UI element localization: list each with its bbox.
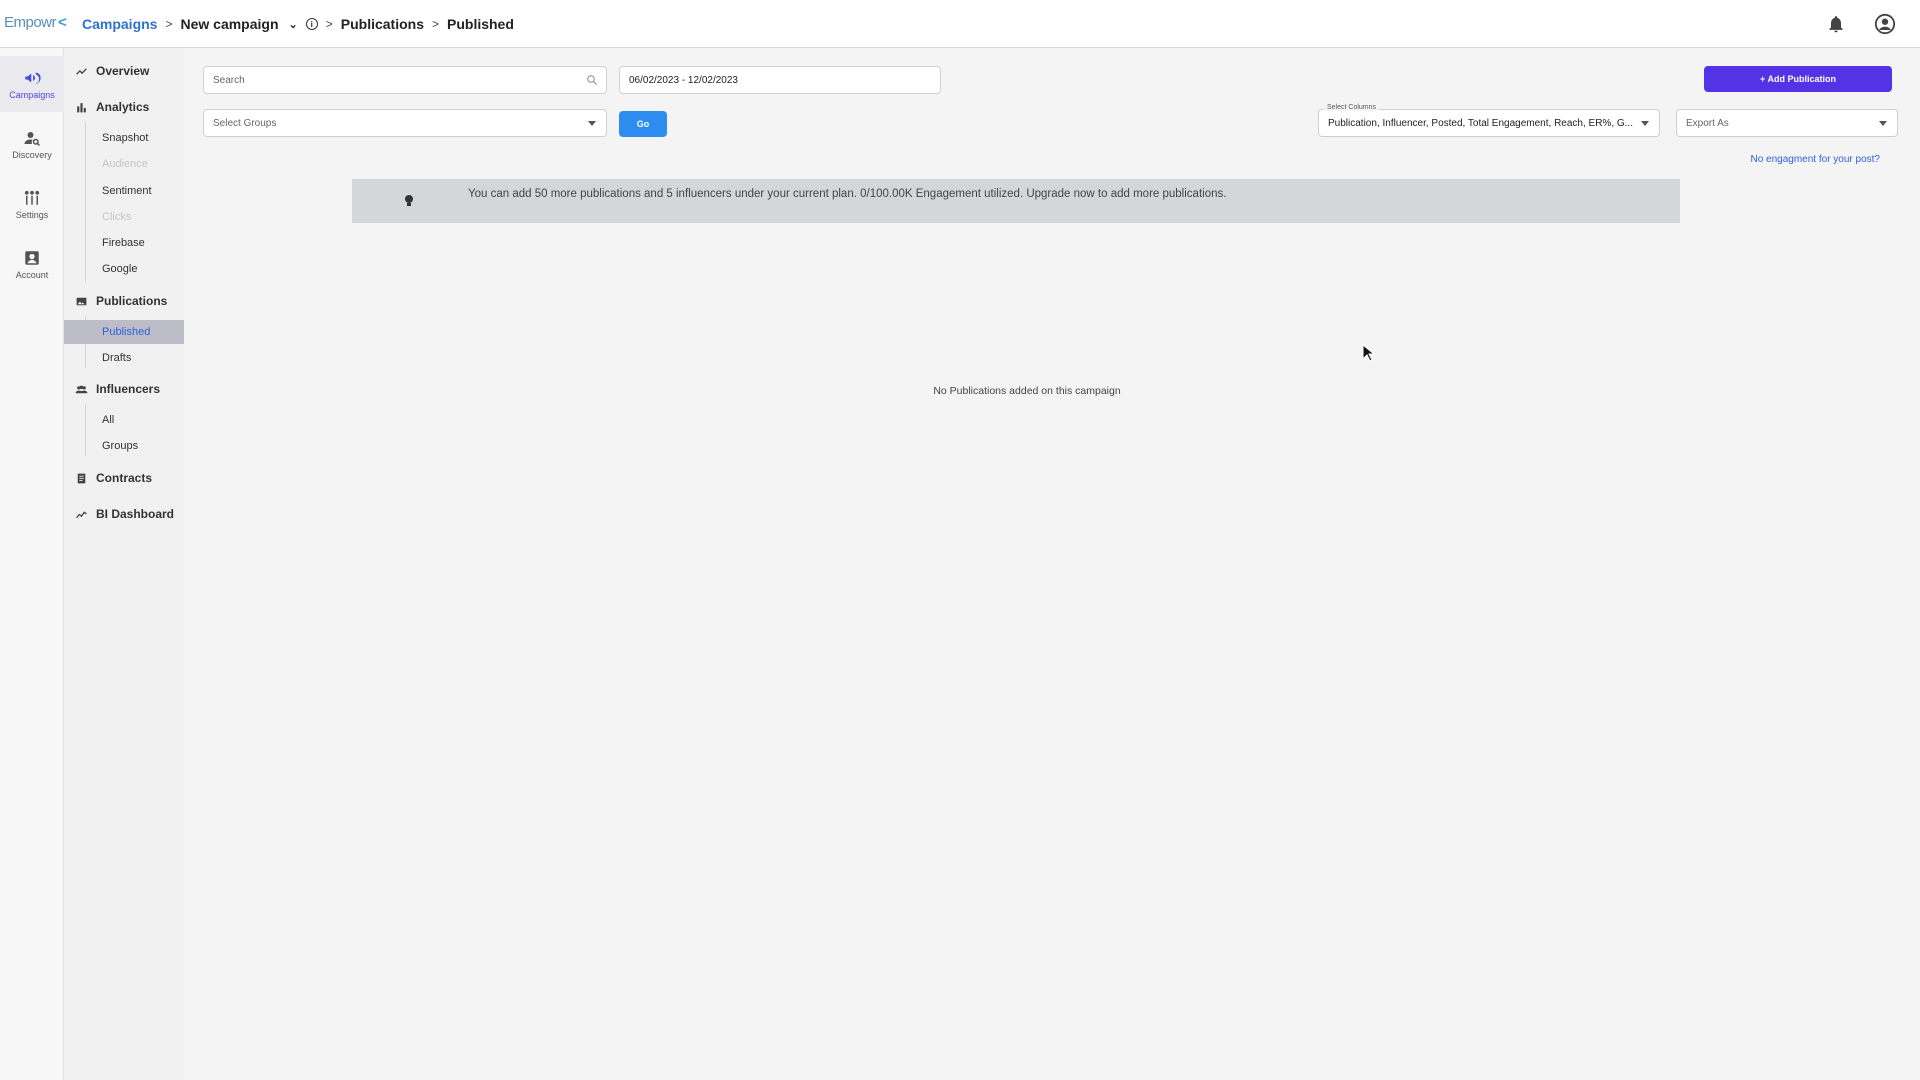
- main-content: Search 06/02/2023 - 12/02/2023 Select Gr…: [184, 48, 1920, 1080]
- empty-state-message: No Publications added on this campaign: [933, 385, 1121, 397]
- rail-campaigns-label: Campaigns: [9, 89, 55, 100]
- plan-info-text: You can add 50 more publications and 5 i…: [468, 188, 1227, 200]
- document-icon: [77, 473, 86, 483]
- user-account-icon[interactable]: [1874, 13, 1896, 35]
- icon-rail: Campaigns Discovery Settings Account: [0, 48, 64, 1080]
- account-box-icon: [25, 250, 39, 265]
- date-range-value: 06/02/2023 - 12/02/2023: [629, 74, 738, 86]
- person-search-icon: [24, 131, 41, 146]
- bell-icon[interactable]: [1826, 14, 1846, 34]
- bar-chart-icon: [77, 102, 86, 112]
- image-icon: [76, 297, 87, 305]
- search-icon: [587, 75, 597, 85]
- select-groups-placeholder: Select Groups: [213, 117, 277, 129]
- megaphone-icon: [25, 72, 41, 84]
- date-range-input[interactable]: 06/02/2023 - 12/02/2023: [619, 66, 941, 94]
- sidebar-item-influencers-label: Influencers: [96, 382, 161, 396]
- sidebar-item-bi-dashboard-label: BI Dashboard: [96, 507, 175, 521]
- select-columns-dropdown[interactable]: Publication, Influencer, Posted, Total E…: [1318, 109, 1660, 137]
- app-logo[interactable]: Empowr <: [4, 14, 67, 31]
- sidebar-item-analytics[interactable]: Analytics: [64, 95, 184, 119]
- add-publication-button[interactable]: + Add Publication: [1704, 66, 1892, 92]
- settings-sliders-icon: [24, 190, 40, 205]
- sidebar-item-bi-dashboard[interactable]: BI Dashboard: [64, 502, 184, 526]
- sidebar-item-contracts[interactable]: Contracts: [64, 466, 184, 490]
- select-columns-value: Publication, Influencer, Posted, Total E…: [1328, 117, 1633, 129]
- rail-discovery[interactable]: Discovery: [0, 116, 64, 172]
- info-icon[interactable]: i: [305, 18, 318, 30]
- sidebar-item-audience: Audience: [102, 158, 148, 170]
- trend-line-icon: [76, 67, 87, 75]
- sidebar-item-firebase[interactable]: Firebase: [64, 231, 184, 255]
- sidebar-item-drafts[interactable]: Drafts: [64, 346, 184, 370]
- rail-account-label: Account: [15, 269, 49, 280]
- select-groups-dropdown[interactable]: Select Groups: [203, 109, 607, 137]
- breadcrumb-published: Published: [447, 16, 514, 32]
- lightbulb-icon: [405, 195, 413, 206]
- no-engagement-link[interactable]: No engagment for your post?: [1744, 154, 1880, 165]
- breadcrumb-publications[interactable]: Publications: [341, 16, 424, 32]
- sidebar-item-groups[interactable]: Groups: [64, 434, 184, 458]
- top-bar: Empowr < Campaigns > New campaign ⌄ i > P…: [0, 0, 1920, 48]
- export-as-dropdown[interactable]: Export As: [1676, 109, 1898, 137]
- chevron-down-icon[interactable]: ⌄: [289, 18, 298, 31]
- breadcrumb-campaign-name[interactable]: New campaign: [180, 16, 278, 32]
- go-button[interactable]: Go: [619, 111, 667, 137]
- sidebar-item-publications[interactable]: Publications: [64, 289, 184, 313]
- rail-account[interactable]: Account: [0, 236, 64, 292]
- mouse-cursor-icon: [1362, 344, 1374, 362]
- caret-down-icon: [1641, 121, 1649, 126]
- sidebar-item-influencers[interactable]: Influencers: [64, 377, 184, 401]
- export-as-placeholder: Export As: [1686, 117, 1729, 129]
- sidebar-item-snapshot[interactable]: Snapshot: [64, 126, 184, 150]
- rail-settings[interactable]: Settings: [0, 176, 64, 232]
- rail-campaigns[interactable]: Campaigns: [0, 56, 64, 112]
- sidebar-item-contracts-label: Contracts: [96, 471, 153, 485]
- sidebar-item-sentiment[interactable]: Sentiment: [64, 179, 184, 203]
- analytics-line-icon: [76, 510, 87, 518]
- people-icon: [75, 385, 88, 393]
- sidebar-item-analytics-label: Analytics: [96, 100, 150, 114]
- sidebar-item-overview[interactable]: Overview: [64, 59, 184, 83]
- caret-down-icon: [1879, 121, 1887, 126]
- sidebar-item-publications-label: Publications: [96, 294, 168, 308]
- breadcrumb: Campaigns > New campaign ⌄ i > Publicati…: [82, 14, 514, 34]
- breadcrumb-separator-icon: >: [325, 17, 333, 31]
- caret-down-icon: [588, 121, 596, 126]
- select-columns-label: Select Columns: [1324, 104, 1380, 111]
- sidebar-item-google[interactable]: Google: [64, 257, 184, 281]
- sidebar-nav: Overview Analytics Snapshot Audience Sen…: [64, 48, 184, 1080]
- breadcrumb-separator-icon: >: [431, 17, 439, 31]
- sidebar-item-clicks: Clicks: [102, 211, 132, 223]
- search-input[interactable]: Search: [203, 66, 607, 94]
- sidebar-item-overview-label: Overview: [96, 64, 150, 78]
- breadcrumb-campaigns[interactable]: Campaigns: [82, 16, 157, 32]
- sidebar-item-published[interactable]: Published: [64, 320, 184, 344]
- rail-settings-label: Settings: [15, 209, 49, 220]
- plan-info-banner: You can add 50 more publications and 5 i…: [352, 179, 1680, 223]
- rail-discovery-label: Discovery: [12, 149, 52, 160]
- search-placeholder: Search: [213, 74, 245, 86]
- sidebar-item-all[interactable]: All: [64, 408, 184, 432]
- breadcrumb-separator-icon: >: [165, 17, 173, 31]
